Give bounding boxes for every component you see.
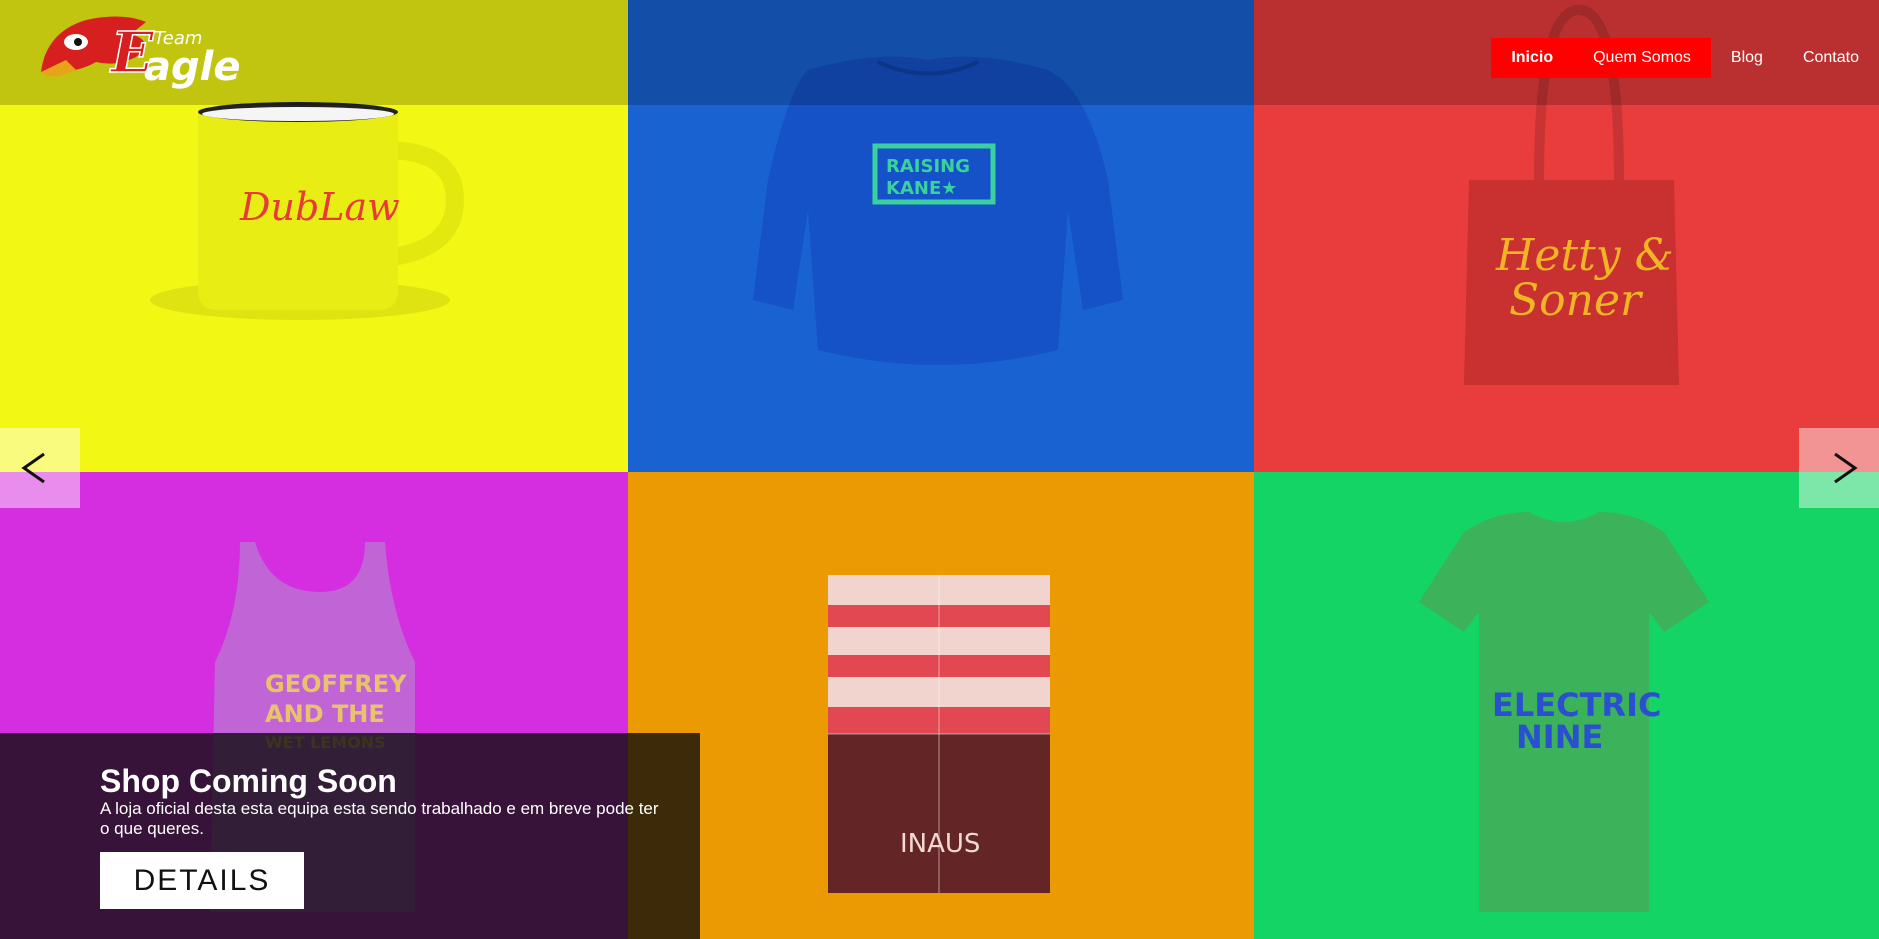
t-shirt-image: ELECTRIC NINE [1419,512,1709,912]
team-eagle-logo[interactable]: E Team agle [36,12,246,92]
tshirt-print-line2: NINE [1516,718,1603,756]
main-nav: Inicio Quem Somos Blog Contato [1491,38,1879,78]
nav-active-group: Inicio Quem Somos [1491,38,1711,78]
nav-item-quem-somos[interactable]: Quem Somos [1573,38,1711,78]
tote-print-line1: Hetty & [1495,230,1674,281]
slider-next-button[interactable] [1799,428,1879,508]
sweatshirt-print-line1: RAISING [886,156,970,177]
nav-item-inicio[interactable]: Inicio [1491,38,1573,78]
logo-main-text: agle [144,44,240,90]
tile-poster: INAUS [628,472,1254,939]
header-bar: E Team agle Inicio Quem Somos Blog Conta… [0,0,1879,105]
slide-caption: Shop Coming Soon A loja oficial desta es… [0,733,700,939]
slider-prev-button[interactable] [0,428,80,508]
tile-t-shirt: ELECTRIC NINE [1254,472,1879,939]
eagle-head-icon: E Team agle [41,16,240,90]
tank-print-line1: GEOFFREY [265,670,407,698]
details-button[interactable]: DETAILS [100,852,304,909]
nav-item-contato[interactable]: Contato [1783,38,1879,78]
caption-title: Shop Coming Soon [100,763,397,799]
nav-item-blog[interactable]: Blog [1711,38,1783,78]
caption-text: A loja oficial desta esta equipa esta se… [100,799,659,838]
chevron-right-icon [1834,452,1858,484]
sweatshirt-print-line2: KANE★ [886,178,957,199]
tote-print-line2: Soner [1509,275,1644,326]
mug-print: DubLaw [239,185,400,229]
poster-image: INAUS [828,575,1050,893]
chevron-left-icon [21,452,45,484]
poster-print: INAUS [900,829,980,859]
tank-print-line2: AND THE [265,700,385,728]
